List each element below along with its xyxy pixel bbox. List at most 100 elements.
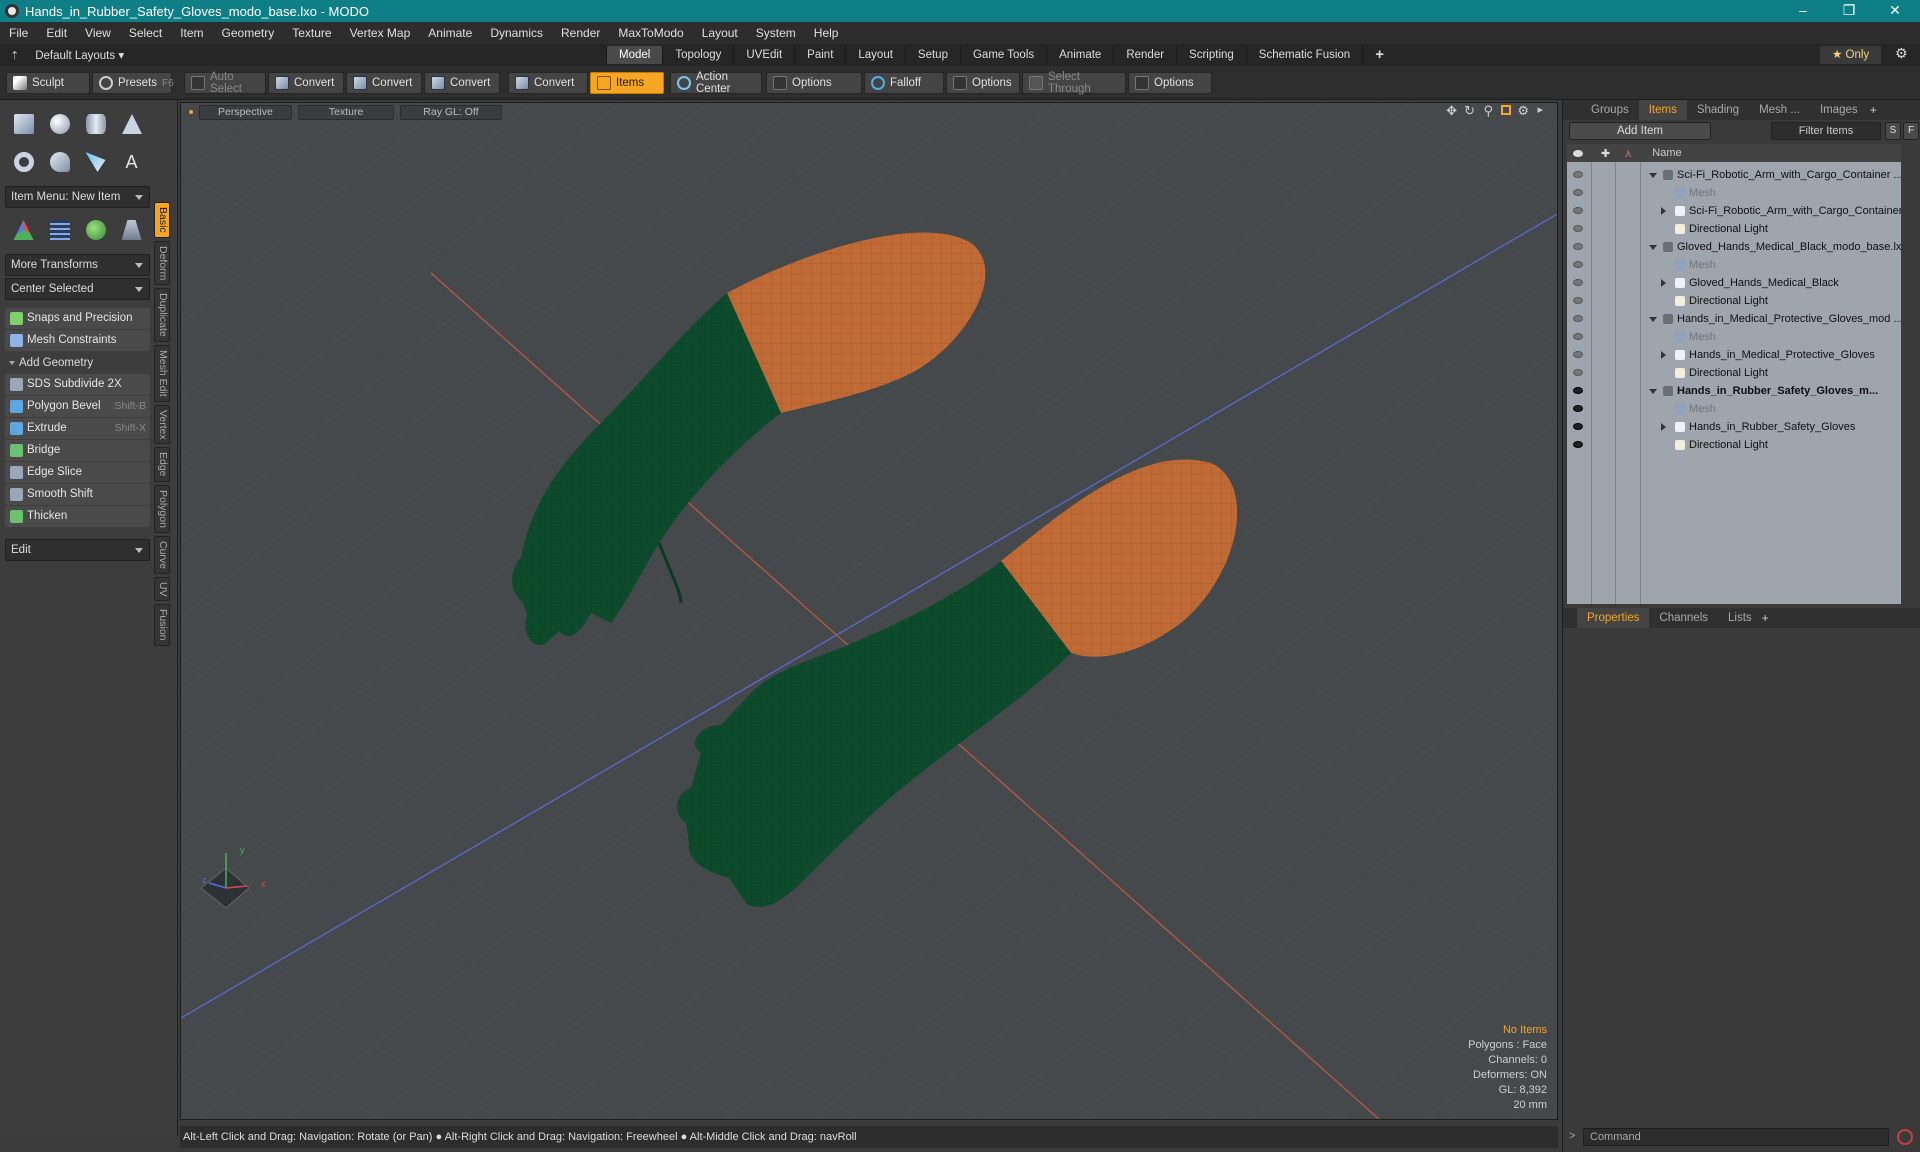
maximize-button[interactable]: ❐ <box>1826 0 1872 22</box>
vtab-polygon[interactable]: Polygon <box>154 484 170 533</box>
tool-extrude[interactable]: Extrude Shift-X <box>5 418 150 439</box>
falloff-options-button[interactable]: Options <box>946 72 1020 94</box>
tree-row[interactable]: Hands_in_Rubber_Safety_Gloves <box>1567 418 1901 436</box>
tree-row[interactable]: Directional Light <box>1567 436 1901 454</box>
tool-sds-subdivide-2x[interactable]: SDS Subdivide 2X <box>5 374 150 395</box>
tree-row[interactable]: Directional Light <box>1567 220 1901 238</box>
tab-animate[interactable]: Animate <box>1046 46 1113 64</box>
vtab-uv[interactable]: UV <box>154 576 170 602</box>
viewport-menu-arrow-icon[interactable]: ▸ <box>1537 103 1543 116</box>
expand-arrow-icon[interactable] <box>1649 389 1657 394</box>
visibility-eye-icon[interactable] <box>1573 333 1583 340</box>
convert-polygons-button[interactable]: Convert <box>424 72 500 94</box>
items-mode-button[interactable]: Items <box>590 72 664 94</box>
tab-layout[interactable]: Layout <box>845 46 905 64</box>
item-menu-dropdown[interactable]: Item Menu: New Item <box>5 186 150 208</box>
tree-row[interactable]: Hands_in_Medical_Protective_Gloves <box>1567 346 1901 364</box>
tree-row[interactable]: Directional Light <box>1567 292 1901 310</box>
menu-dynamics[interactable]: Dynamics <box>481 26 552 40</box>
globe-icon[interactable] <box>79 214 112 246</box>
pan-icon[interactable]: ✥ <box>1446 103 1457 119</box>
tab-model[interactable]: Model <box>606 46 663 64</box>
select-through-options-button[interactable]: Options <box>1128 72 1212 94</box>
tab-groups[interactable]: Groups <box>1581 100 1639 120</box>
tab-topology[interactable]: Topology <box>662 46 733 64</box>
menu-layout[interactable]: Layout <box>693 26 747 40</box>
filter-items-input[interactable]: Filter Items <box>1771 122 1881 140</box>
presets-button[interactable]: Presets F6 <box>92 72 174 94</box>
tree-row[interactable]: Sci-Fi_Robotic_Arm_with_Cargo_Container … <box>1567 166 1901 184</box>
snaps-precision-button[interactable]: Snaps and Precision <box>5 308 150 329</box>
visibility-eye-icon[interactable] <box>1573 369 1583 376</box>
menu-geometry[interactable]: Geometry <box>213 26 284 40</box>
rotate-icon[interactable]: ↻ <box>1464 103 1475 119</box>
convert-edges-button[interactable]: Convert <box>346 72 422 94</box>
visibility-column-icon[interactable] <box>1573 149 1583 157</box>
tab-schematic-fusion[interactable]: Schematic Fusion <box>1245 46 1362 64</box>
tab-setup[interactable]: Setup <box>904 46 960 64</box>
raygl-dropdown[interactable]: Ray GL: Off <box>400 104 502 120</box>
tree-row[interactable]: Gloved_Hands_Medical_Black <box>1567 274 1901 292</box>
edit-dropdown[interactable]: Edit <box>5 539 150 561</box>
select-through-button[interactable]: Select Through <box>1022 71 1126 95</box>
visibility-eye-icon[interactable] <box>1573 423 1583 430</box>
visibility-eye-icon[interactable] <box>1573 207 1583 214</box>
tree-row[interactable]: Mesh <box>1567 184 1901 202</box>
capsule-primitive-icon[interactable] <box>43 146 76 178</box>
menu-texture[interactable]: Texture <box>283 26 340 40</box>
convert-vertices-button[interactable]: Convert <box>268 72 344 94</box>
text-tool-icon[interactable]: A <box>115 146 148 178</box>
texture-dropdown[interactable]: Texture <box>297 104 395 120</box>
menu-vertex-map[interactable]: Vertex Map <box>341 26 420 40</box>
tab-uvedit[interactable]: UVEdit <box>733 46 794 64</box>
mesh-constraints-button[interactable]: Mesh Constraints <box>5 330 150 351</box>
tab-scripting[interactable]: Scripting <box>1176 46 1246 64</box>
add-layout-tab-button[interactable]: + <box>1362 46 1396 64</box>
gear-icon[interactable]: ⚙ <box>1895 45 1908 62</box>
visibility-eye-icon[interactable] <box>1573 351 1583 358</box>
vtab-basic[interactable]: Basic <box>154 202 170 238</box>
menu-render[interactable]: Render <box>552 26 609 40</box>
lock-column-icon[interactable]: ✚ <box>1601 147 1610 160</box>
visibility-eye-icon[interactable] <box>1573 171 1583 178</box>
center-selected-dropdown[interactable]: Center Selected <box>5 278 150 300</box>
menu-system[interactable]: System <box>747 26 805 40</box>
visibility-eye-icon[interactable] <box>1573 387 1583 394</box>
default-layouts-dropdown[interactable]: Default Layouts ▾ <box>35 48 124 62</box>
expand-arrow-icon[interactable] <box>1649 245 1657 250</box>
menu-help[interactable]: Help <box>805 26 848 40</box>
tab-items[interactable]: Items <box>1638 100 1687 120</box>
action-center-button[interactable]: Action Center <box>670 71 762 95</box>
more-transforms-dropdown[interactable]: More Transforms <box>5 254 150 276</box>
vtab-duplicate[interactable]: Duplicate <box>154 288 170 342</box>
auto-select-button[interactable]: Auto Select <box>184 71 266 95</box>
tab-images[interactable]: Images <box>1810 100 1868 120</box>
vtab-curve[interactable]: Curve <box>154 535 170 574</box>
tree-row[interactable]: Hands_in_Rubber_Safety_Gloves_m... <box>1567 382 1901 400</box>
cone-primitive-icon[interactable] <box>115 108 148 140</box>
tree-row[interactable]: Hands_in_Medical_Protective_Gloves_mod .… <box>1567 310 1901 328</box>
menu-animate[interactable]: Animate <box>419 26 481 40</box>
tree-row[interactable]: Gloved_Hands_Medical_Black_modo_base.lxo <box>1567 238 1901 256</box>
tab-channels[interactable]: Channels <box>1649 608 1718 628</box>
grid-icon[interactable] <box>43 214 76 246</box>
menu-edit[interactable]: Edit <box>37 26 76 40</box>
only-toggle[interactable]: ★ Only <box>1820 46 1882 64</box>
maximize-viewport-icon[interactable] <box>1501 105 1511 115</box>
zoom-icon[interactable]: ⚲ <box>1483 103 1493 119</box>
visibility-eye-icon[interactable] <box>1573 297 1583 304</box>
perspective-grid-icon[interactable] <box>115 214 148 246</box>
tab-shading[interactable]: Shading <box>1687 100 1749 120</box>
visibility-eye-icon[interactable] <box>1573 189 1583 196</box>
collapse-arrow-icon[interactable] <box>1661 423 1666 431</box>
falloff-button[interactable]: Falloff <box>864 72 944 94</box>
add-item-dropdown[interactable]: Add Item <box>1569 122 1711 140</box>
torus-primitive-icon[interactable] <box>7 146 40 178</box>
filter-f-button[interactable]: F <box>1903 122 1919 140</box>
menu-item[interactable]: Item <box>171 26 212 40</box>
menu-maxtomodo[interactable]: MaxToModo <box>609 26 692 40</box>
tool-edge-slice[interactable]: Edge Slice <box>5 462 150 483</box>
cylinder-primitive-icon[interactable] <box>79 108 112 140</box>
layout-arrow-icon[interactable]: ⇡ <box>10 49 19 62</box>
visibility-eye-icon[interactable] <box>1573 405 1583 412</box>
